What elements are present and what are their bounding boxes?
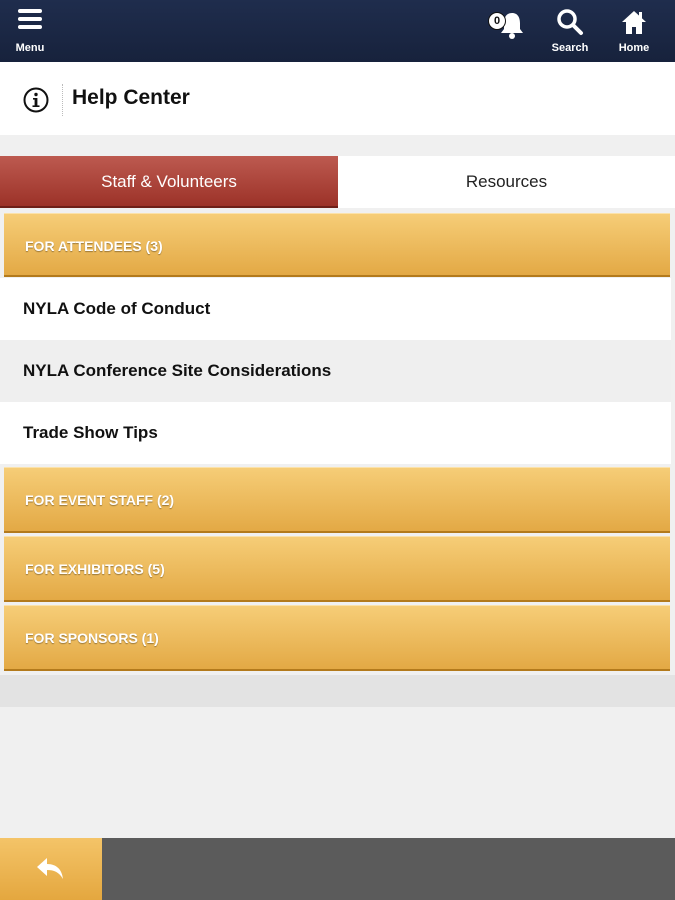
back-arrow-icon [37,858,63,879]
search-button[interactable]: Search [542,0,598,62]
group-header-attendees[interactable]: FOR ATTENDEES (3) [4,213,670,277]
group-header-label: FOR EXHIBITORS (5) [25,561,165,577]
list-item-label: NYLA Code of Conduct [23,299,211,318]
menu-label: Menu [15,42,45,54]
group-header-label: FOR EVENT STAFF (2) [25,492,175,508]
group-header-label: FOR SPONSORS (1) [25,630,159,646]
home-button[interactable]: Home [606,0,662,62]
group-header-label: FOR ATTENDEES (3) [25,238,163,254]
group-header-sponsors[interactable]: FOR SPONSORS (1) [4,605,670,671]
back-button[interactable] [0,838,102,900]
list-item-site-considerations[interactable]: NYLA Conference Site Considerations [0,340,671,402]
notifications-button[interactable]: 0 [480,0,536,62]
hamburger-menu-icon [18,9,42,29]
menu-button[interactable]: Menu [2,0,58,62]
footer-bar [0,838,675,900]
search-label: Search [551,42,589,54]
tab-bar: Staff & Volunteers Resources [0,156,675,208]
list-bottom-strip [0,675,675,707]
group-header-event-staff[interactable]: FOR EVENT STAFF (2) [4,467,670,533]
notification-count-badge: 0 [488,12,506,30]
header-divider [62,84,63,116]
list-item-label: Trade Show Tips [23,423,158,442]
group-header-exhibitors[interactable]: FOR EXHIBITORS (5) [4,536,670,602]
tab-resources[interactable]: Resources [338,156,675,208]
home-icon [622,11,646,34]
top-nav-bar: Menu 0 Search Home [0,0,675,62]
info-icon [23,87,49,113]
tab-staff-volunteers[interactable]: Staff & Volunteers [0,156,338,208]
page-header: Help Center [0,62,675,135]
list-item-code-of-conduct[interactable]: NYLA Code of Conduct [0,278,671,340]
search-icon [557,9,583,35]
page-title: Help Center [72,86,190,109]
home-label: Home [618,42,650,54]
list-item-label: NYLA Conference Site Considerations [23,361,332,380]
list-item-trade-show-tips[interactable]: Trade Show Tips [0,402,671,464]
